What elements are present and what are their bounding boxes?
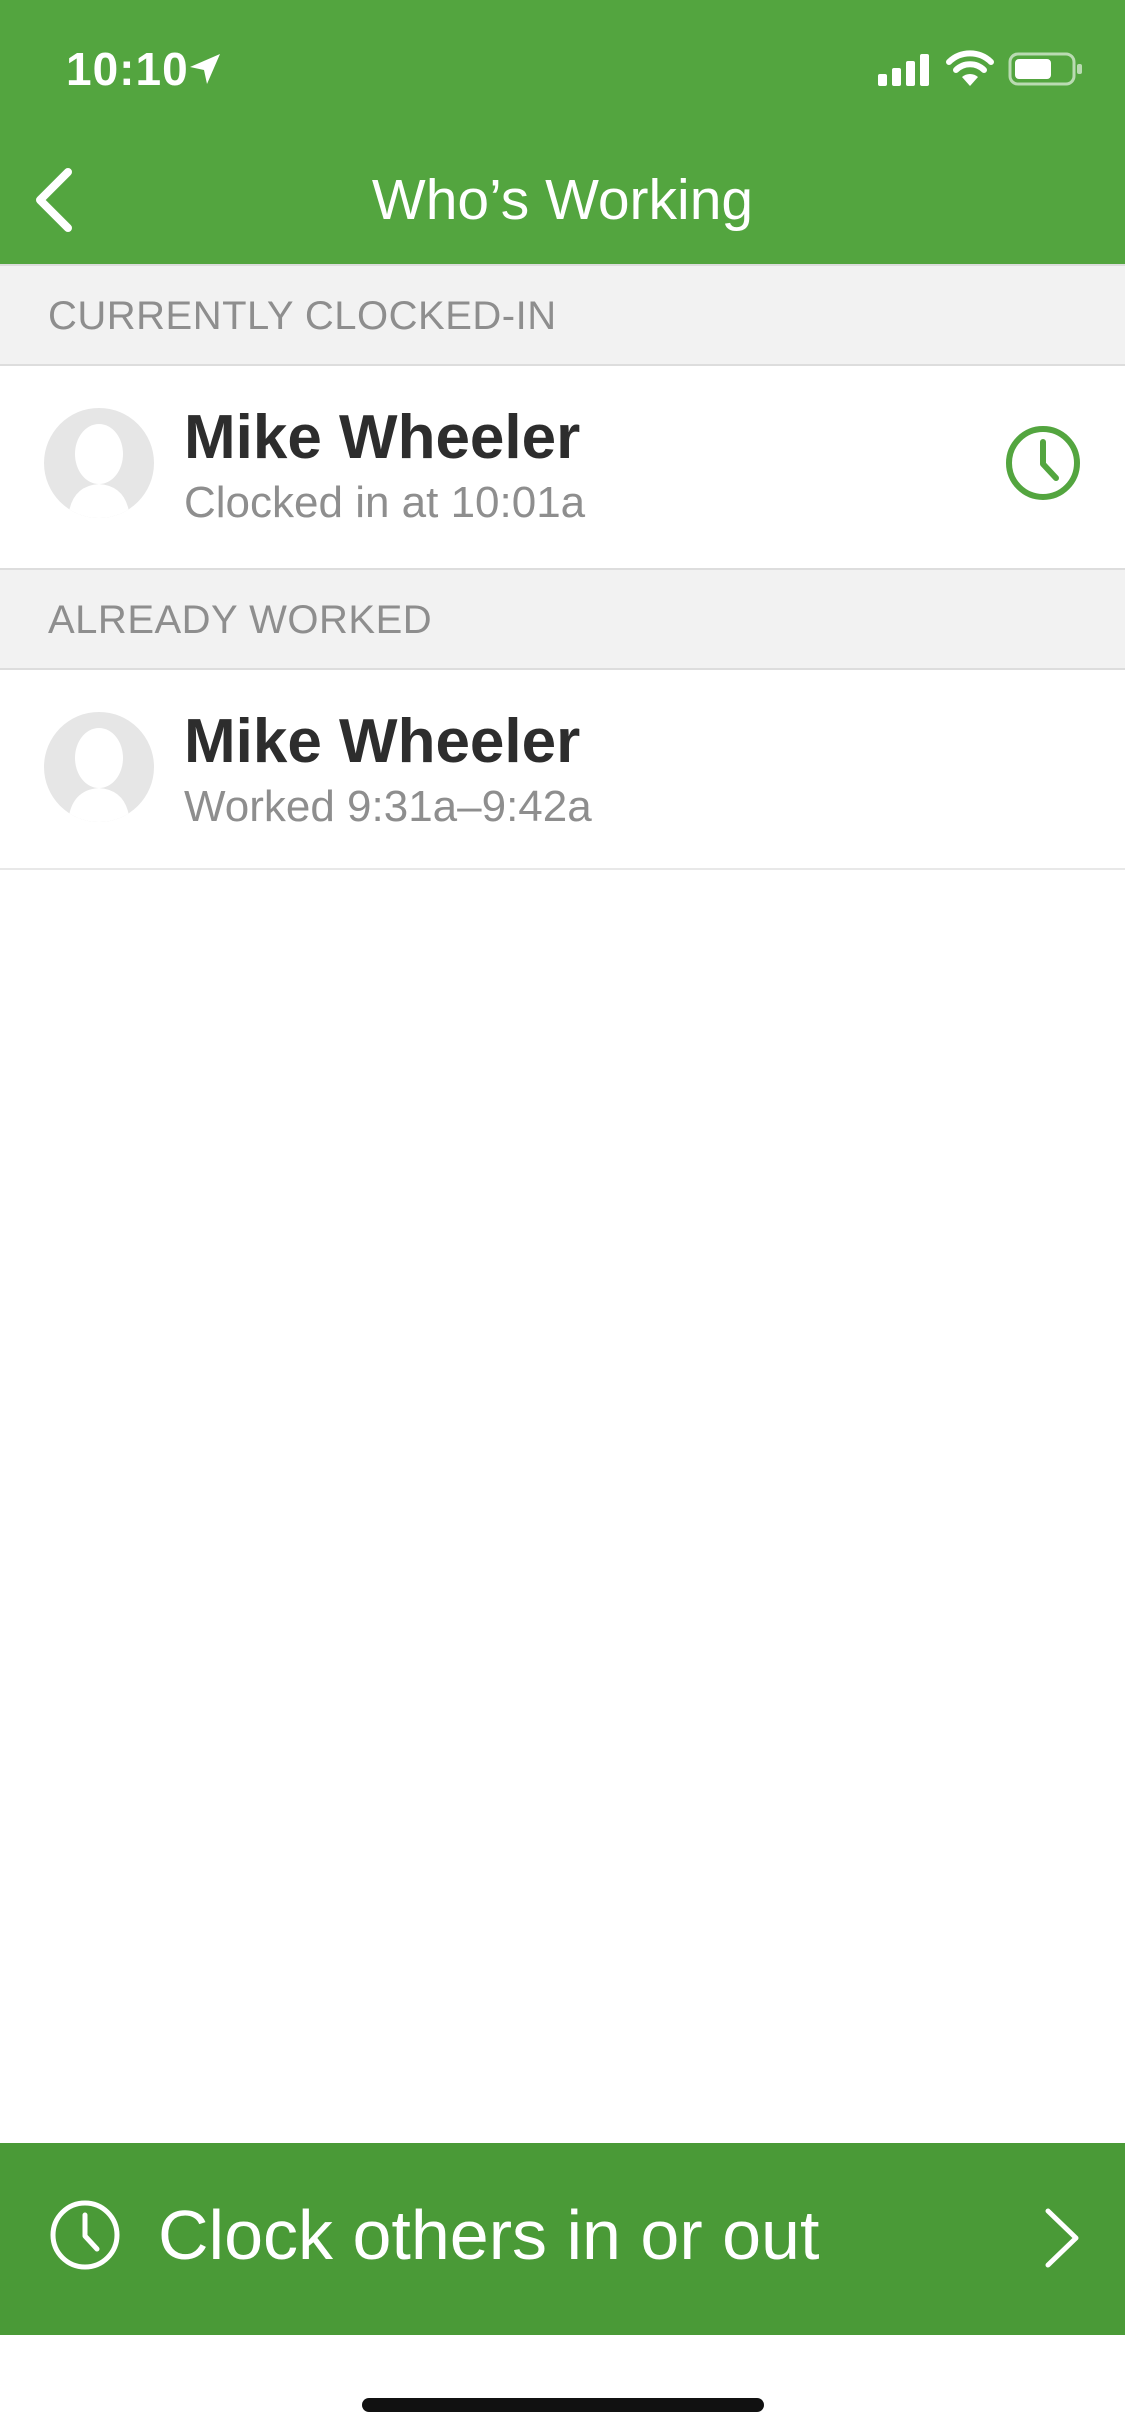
section-header-label: ALREADY WORKED	[48, 598, 433, 642]
wifi-icon	[946, 50, 994, 86]
list-item[interactable]: Mike Wheeler Clocked in at 10:01a	[0, 366, 1125, 566]
clock-others-label: Clock others in or out	[158, 2196, 820, 2274]
avatar	[44, 712, 154, 822]
location-arrow-icon	[190, 54, 220, 84]
employee-name: Mike Wheeler	[184, 707, 581, 776]
clock-icon	[50, 2200, 120, 2270]
cellular-signal-icon	[878, 54, 929, 86]
section-header-already-worked: ALREADY WORKED	[0, 568, 1125, 670]
battery-icon	[1008, 52, 1082, 86]
chevron-right-icon	[1045, 2208, 1079, 2268]
page-title: Who’s Working	[371, 168, 754, 232]
list-item[interactable]: Mike Wheeler Worked 9:31a–9:42a	[0, 670, 1125, 870]
section-header-currently-clocked-in: CURRENTLY CLOCKED-IN	[0, 264, 1125, 366]
home-indicator[interactable]	[362, 2398, 764, 2412]
employee-name: Mike Wheeler	[184, 403, 581, 472]
avatar	[44, 408, 154, 518]
clock-in-time: Clocked in at 10:01a	[184, 478, 586, 527]
worked-time-range: Worked 9:31a–9:42a	[184, 782, 592, 831]
status-time: 10:10	[66, 43, 189, 95]
clock-icon	[1006, 426, 1080, 500]
clock-others-button[interactable]: Clock others in or out	[0, 2143, 1125, 2335]
section-header-label: CURRENTLY CLOCKED-IN	[48, 294, 557, 338]
app-header: 10:10 Who’s Working	[0, 0, 1125, 264]
